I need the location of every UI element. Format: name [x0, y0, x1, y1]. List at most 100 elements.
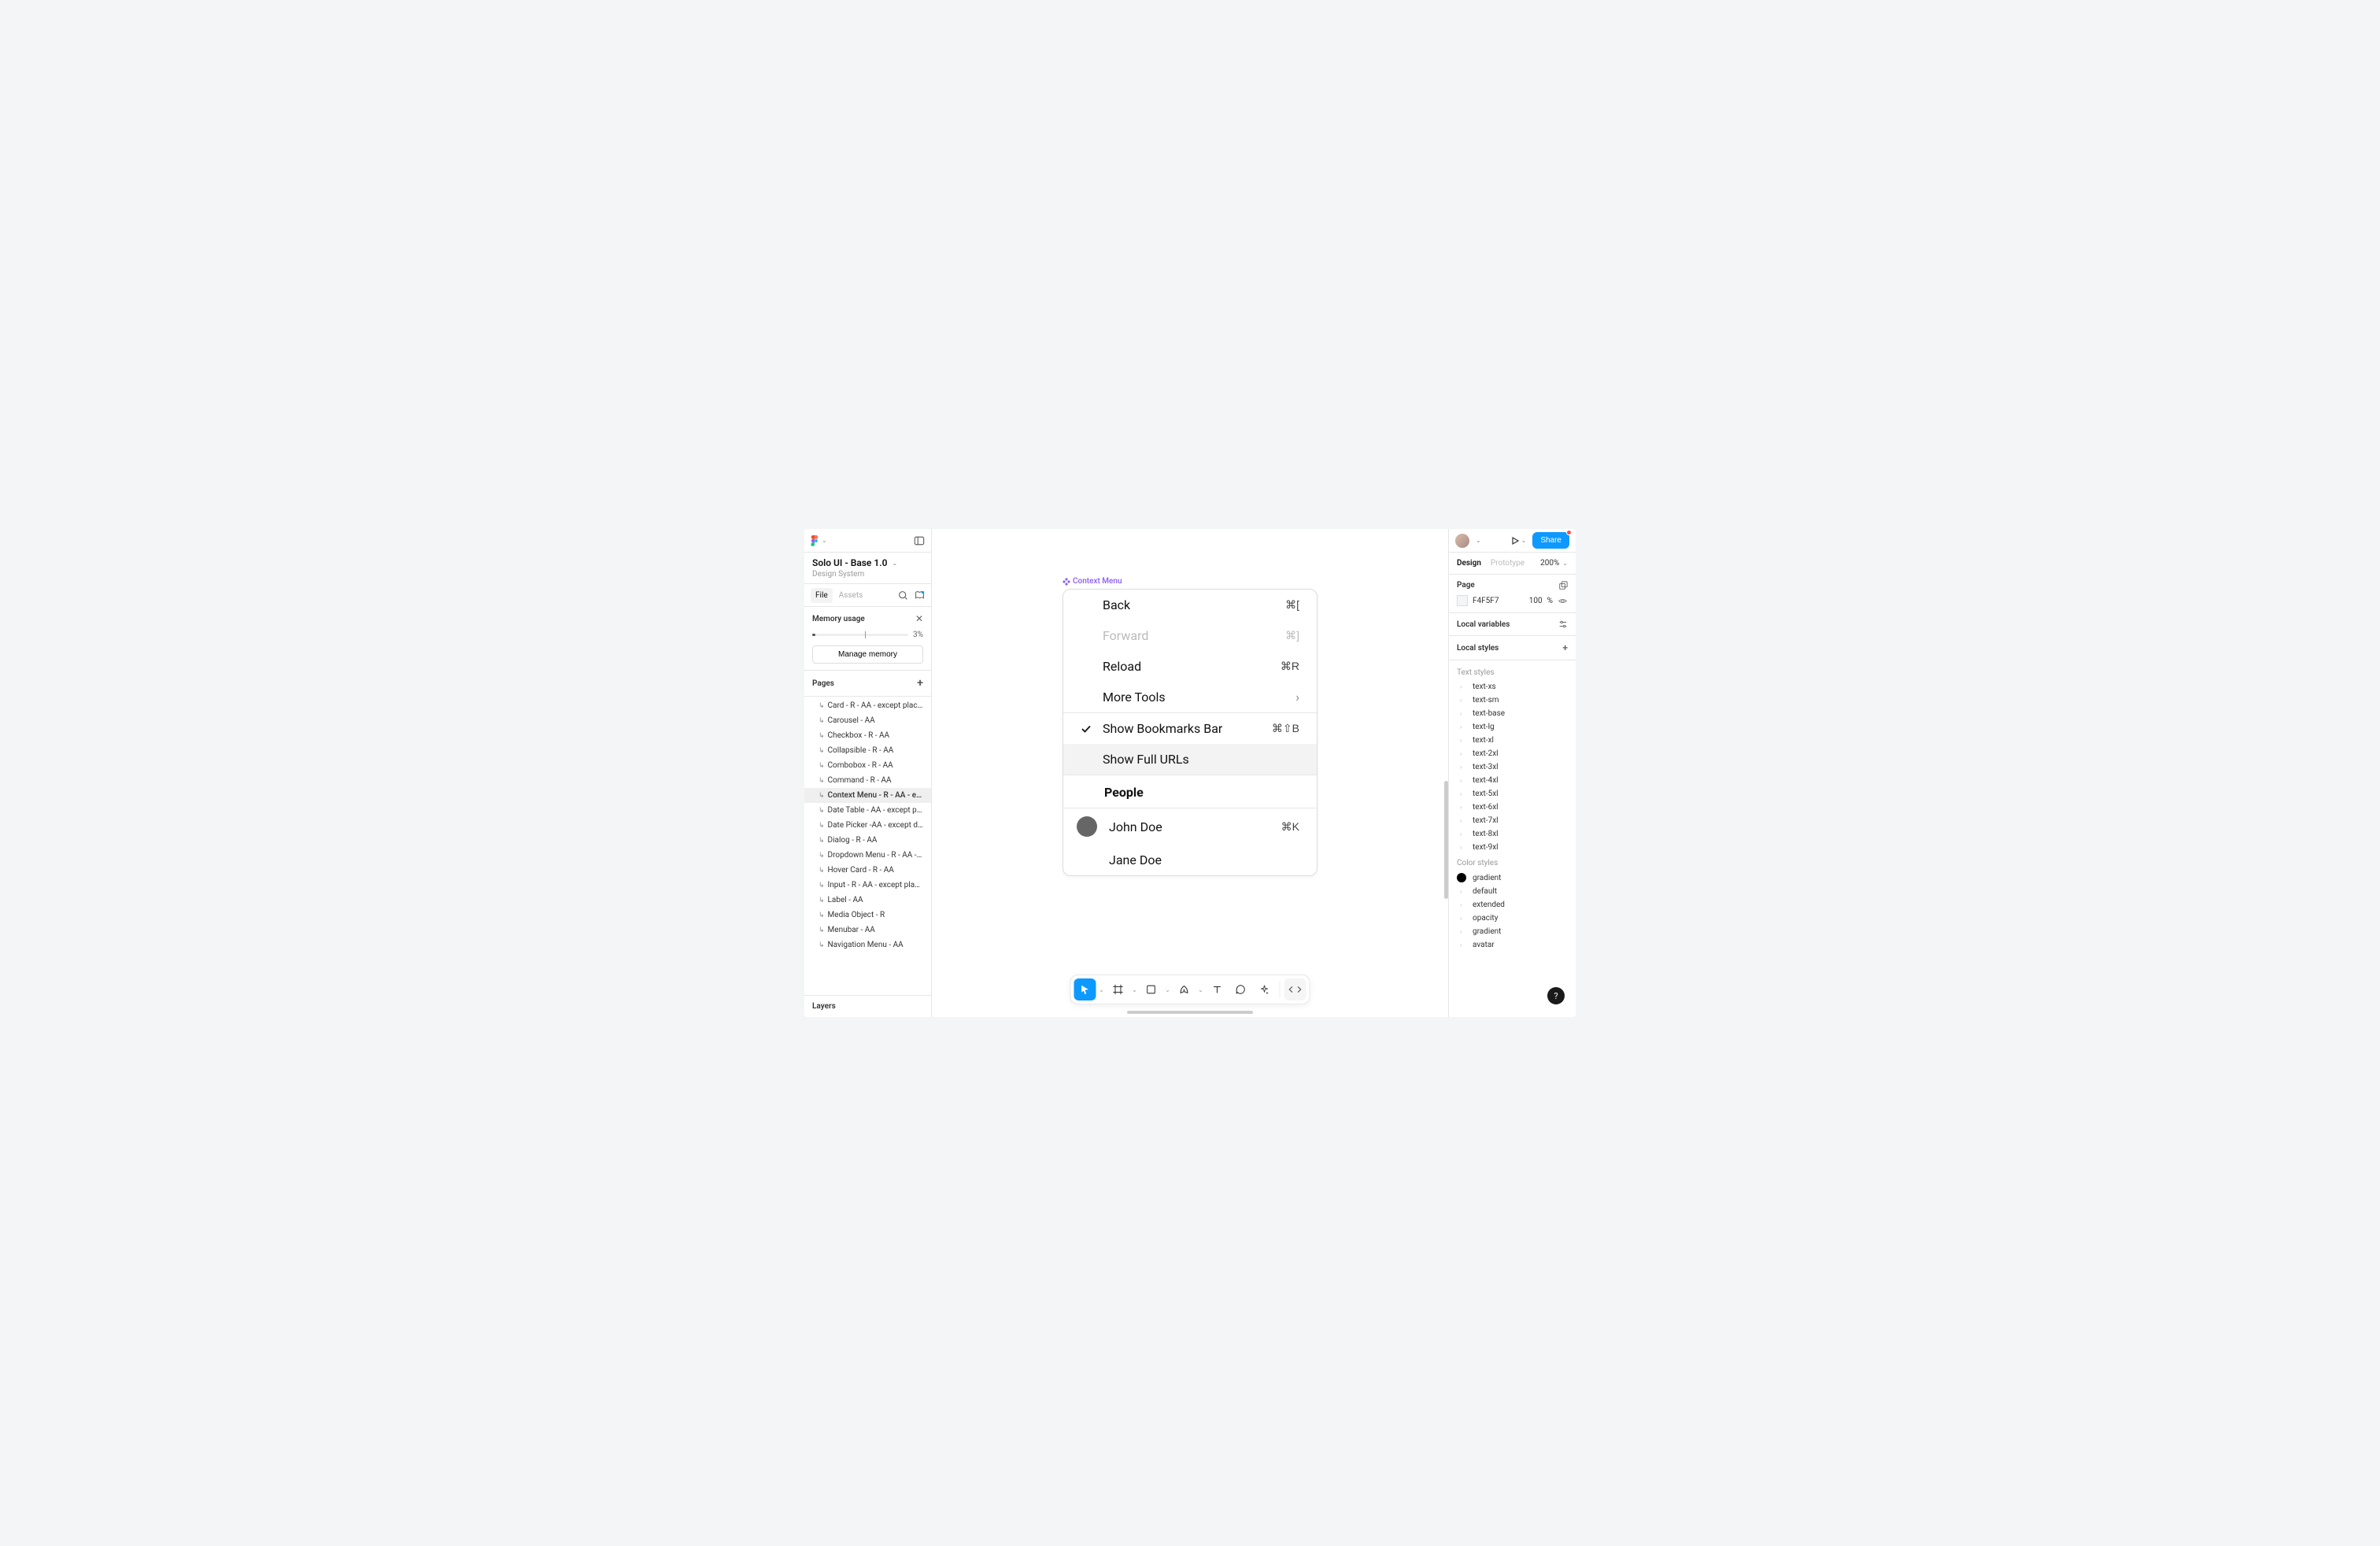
color-style-item[interactable]: ›default: [1449, 885, 1576, 898]
library-icon[interactable]: [915, 590, 925, 601]
right-scrollbar[interactable]: [1444, 781, 1448, 899]
horizontal-scrollbar[interactable]: [1127, 1011, 1253, 1014]
tab-prototype[interactable]: Prototype: [1491, 559, 1534, 568]
visibility-icon[interactable]: [1558, 596, 1568, 606]
page-item[interactable]: ↳Label - AA: [804, 893, 931, 908]
menu-item-label: Forward: [1103, 628, 1276, 643]
color-style-item[interactable]: ›opacity: [1449, 912, 1576, 925]
arrow-icon: ↳: [819, 717, 825, 725]
page-item[interactable]: ↳Command - R - AA: [804, 773, 931, 788]
tab-assets[interactable]: Assets: [834, 588, 868, 603]
text-style-item[interactable]: ›text-6xl: [1449, 801, 1576, 814]
text-style-item[interactable]: ›text-xl: [1449, 734, 1576, 747]
page-item[interactable]: ↳Card - R - AA - except placehol…: [804, 698, 931, 713]
file-title[interactable]: Solo UI - Base 1.0: [812, 557, 888, 568]
zoom-control[interactable]: 200% ⌄: [1540, 559, 1568, 568]
text-style-item[interactable]: ›text-lg: [1449, 720, 1576, 734]
color-style-item[interactable]: ›extended: [1449, 898, 1576, 912]
dev-mode-toggle[interactable]: [1284, 978, 1306, 1000]
menu-item[interactable]: Show Bookmarks Bar⌘⇧B: [1063, 713, 1317, 744]
ai-tool[interactable]: [1254, 978, 1276, 1000]
page-item[interactable]: ↳Date Picker -AA - except disabl…: [804, 818, 931, 833]
page-item[interactable]: ↳Date Table - AA - except placeh…: [804, 803, 931, 818]
local-variables-section[interactable]: Local variables: [1449, 613, 1576, 636]
text-style-item[interactable]: ›text-4xl: [1449, 774, 1576, 787]
move-tool-dropdown[interactable]: ⌄: [1098, 986, 1106, 993]
menu-item[interactable]: Show Full URLs: [1063, 744, 1317, 775]
menu-item[interactable]: More Tools›: [1063, 682, 1317, 712]
pages-list[interactable]: ↳Card - R - AA - except placehol…↳Carous…: [804, 697, 931, 995]
memory-percent: 3%: [913, 631, 923, 639]
layers-header[interactable]: Layers: [804, 995, 931, 1017]
page-item[interactable]: ↳Menubar - AA: [804, 923, 931, 938]
text-style-item[interactable]: ›text-xs: [1449, 680, 1576, 693]
text-style-item[interactable]: ›text-base: [1449, 707, 1576, 720]
tab-design[interactable]: Design: [1457, 559, 1491, 568]
present-button[interactable]: ⌄: [1510, 536, 1527, 546]
bottom-toolbar: ⌄ ⌄ ⌄ ⌄: [1070, 975, 1310, 1004]
menu-item[interactable]: John Doe⌘K: [1063, 808, 1317, 845]
menu-item[interactable]: Jane Doe: [1063, 845, 1317, 875]
frame-tool-dropdown[interactable]: ⌄: [1131, 986, 1139, 993]
text-style-item[interactable]: ›text-8xl: [1449, 827, 1576, 841]
frame-label[interactable]: Context Menu: [1062, 577, 1122, 586]
text-style-item[interactable]: ›text-3xl: [1449, 760, 1576, 774]
manage-memory-button[interactable]: Manage memory: [812, 645, 923, 664]
share-button[interactable]: Share: [1532, 532, 1569, 549]
text-style-item[interactable]: ›text-2xl: [1449, 747, 1576, 760]
page-item[interactable]: ↳Collapsible - R - AA: [804, 743, 931, 758]
caret-icon: ›: [1460, 901, 1466, 908]
avatar[interactable]: [1455, 534, 1469, 548]
move-tool[interactable]: [1074, 978, 1096, 1000]
caret-icon: ›: [1460, 710, 1466, 717]
arrow-icon: ↳: [819, 912, 825, 919]
color-style-item[interactable]: ›avatar: [1449, 938, 1576, 952]
page-item[interactable]: ↳Input - R - AA - except placehol…: [804, 878, 931, 893]
page-item[interactable]: ↳Media Object - R: [804, 908, 931, 923]
panel-toggle-icon[interactable]: [914, 535, 925, 546]
frame-tool[interactable]: [1107, 978, 1129, 1000]
menu-item-shortcut: ⌘]: [1285, 629, 1299, 642]
memory-section: Memory usage ✕ 3% Manage memory: [804, 607, 931, 671]
canvas[interactable]: Context Menu Back⌘[ Forward ⌘] Reload⌘RMore…: [932, 529, 1448, 1017]
text-style-item[interactable]: ›text-9xl: [1449, 841, 1576, 854]
page-item[interactable]: ↳Context Menu - R - AA - except…: [804, 788, 931, 803]
add-page-button[interactable]: +: [917, 677, 923, 690]
page-item[interactable]: ↳Dialog - R - AA: [804, 833, 931, 848]
context-menu-frame[interactable]: Back⌘[ Forward ⌘] Reload⌘RMore Tools›Show B…: [1062, 589, 1318, 876]
page-item-label: Navigation Menu - AA: [828, 941, 904, 949]
page-item[interactable]: ↳Hover Card - R - AA: [804, 863, 931, 878]
help-button[interactable]: ?: [1547, 987, 1565, 1004]
close-icon[interactable]: ✕: [915, 613, 923, 624]
figma-main-menu[interactable]: ⌄: [811, 535, 827, 546]
settings-icon[interactable]: [1558, 620, 1568, 629]
rectangle-tool-dropdown[interactable]: ⌄: [1164, 986, 1172, 993]
export-icon[interactable]: [1558, 581, 1568, 590]
pen-tool[interactable]: [1173, 978, 1196, 1000]
menu-item[interactable]: Back⌘[: [1063, 590, 1317, 620]
color-style-item[interactable]: ›gradient: [1449, 925, 1576, 938]
text-style-item[interactable]: ›text-7xl: [1449, 814, 1576, 827]
text-style-item[interactable]: ›text-5xl: [1449, 787, 1576, 801]
text-style-item[interactable]: ›text-sm: [1449, 693, 1576, 707]
color-style-item[interactable]: gradient: [1449, 871, 1576, 885]
pen-tool-dropdown[interactable]: ⌄: [1197, 986, 1205, 993]
page-item[interactable]: ↳Checkbox - R - AA: [804, 728, 931, 743]
page-item[interactable]: ↳Carousel - AA: [804, 713, 931, 728]
add-style-button[interactable]: +: [1562, 642, 1568, 653]
style-label: opacity: [1473, 914, 1498, 923]
page-background-color[interactable]: F4F5F7 100 %: [1457, 595, 1568, 606]
frame-icon: [1113, 984, 1124, 995]
chevron-down-icon[interactable]: ⌄: [1476, 537, 1481, 544]
menu-item[interactable]: Reload⌘R: [1063, 651, 1317, 682]
chevron-down-icon[interactable]: ⌄: [893, 560, 898, 567]
page-item[interactable]: ↳Navigation Menu - AA: [804, 938, 931, 952]
page-item[interactable]: ↳Combobox - R - AA: [804, 758, 931, 773]
rectangle-tool[interactable]: [1140, 978, 1162, 1000]
file-team[interactable]: Design System: [812, 570, 923, 579]
search-icon[interactable]: [898, 590, 908, 601]
comment-tool[interactable]: [1230, 978, 1252, 1000]
page-item[interactable]: ↳Dropdown Menu - R - AA - exce…: [804, 848, 931, 863]
text-tool[interactable]: [1207, 978, 1229, 1000]
tab-file[interactable]: File: [811, 588, 833, 603]
